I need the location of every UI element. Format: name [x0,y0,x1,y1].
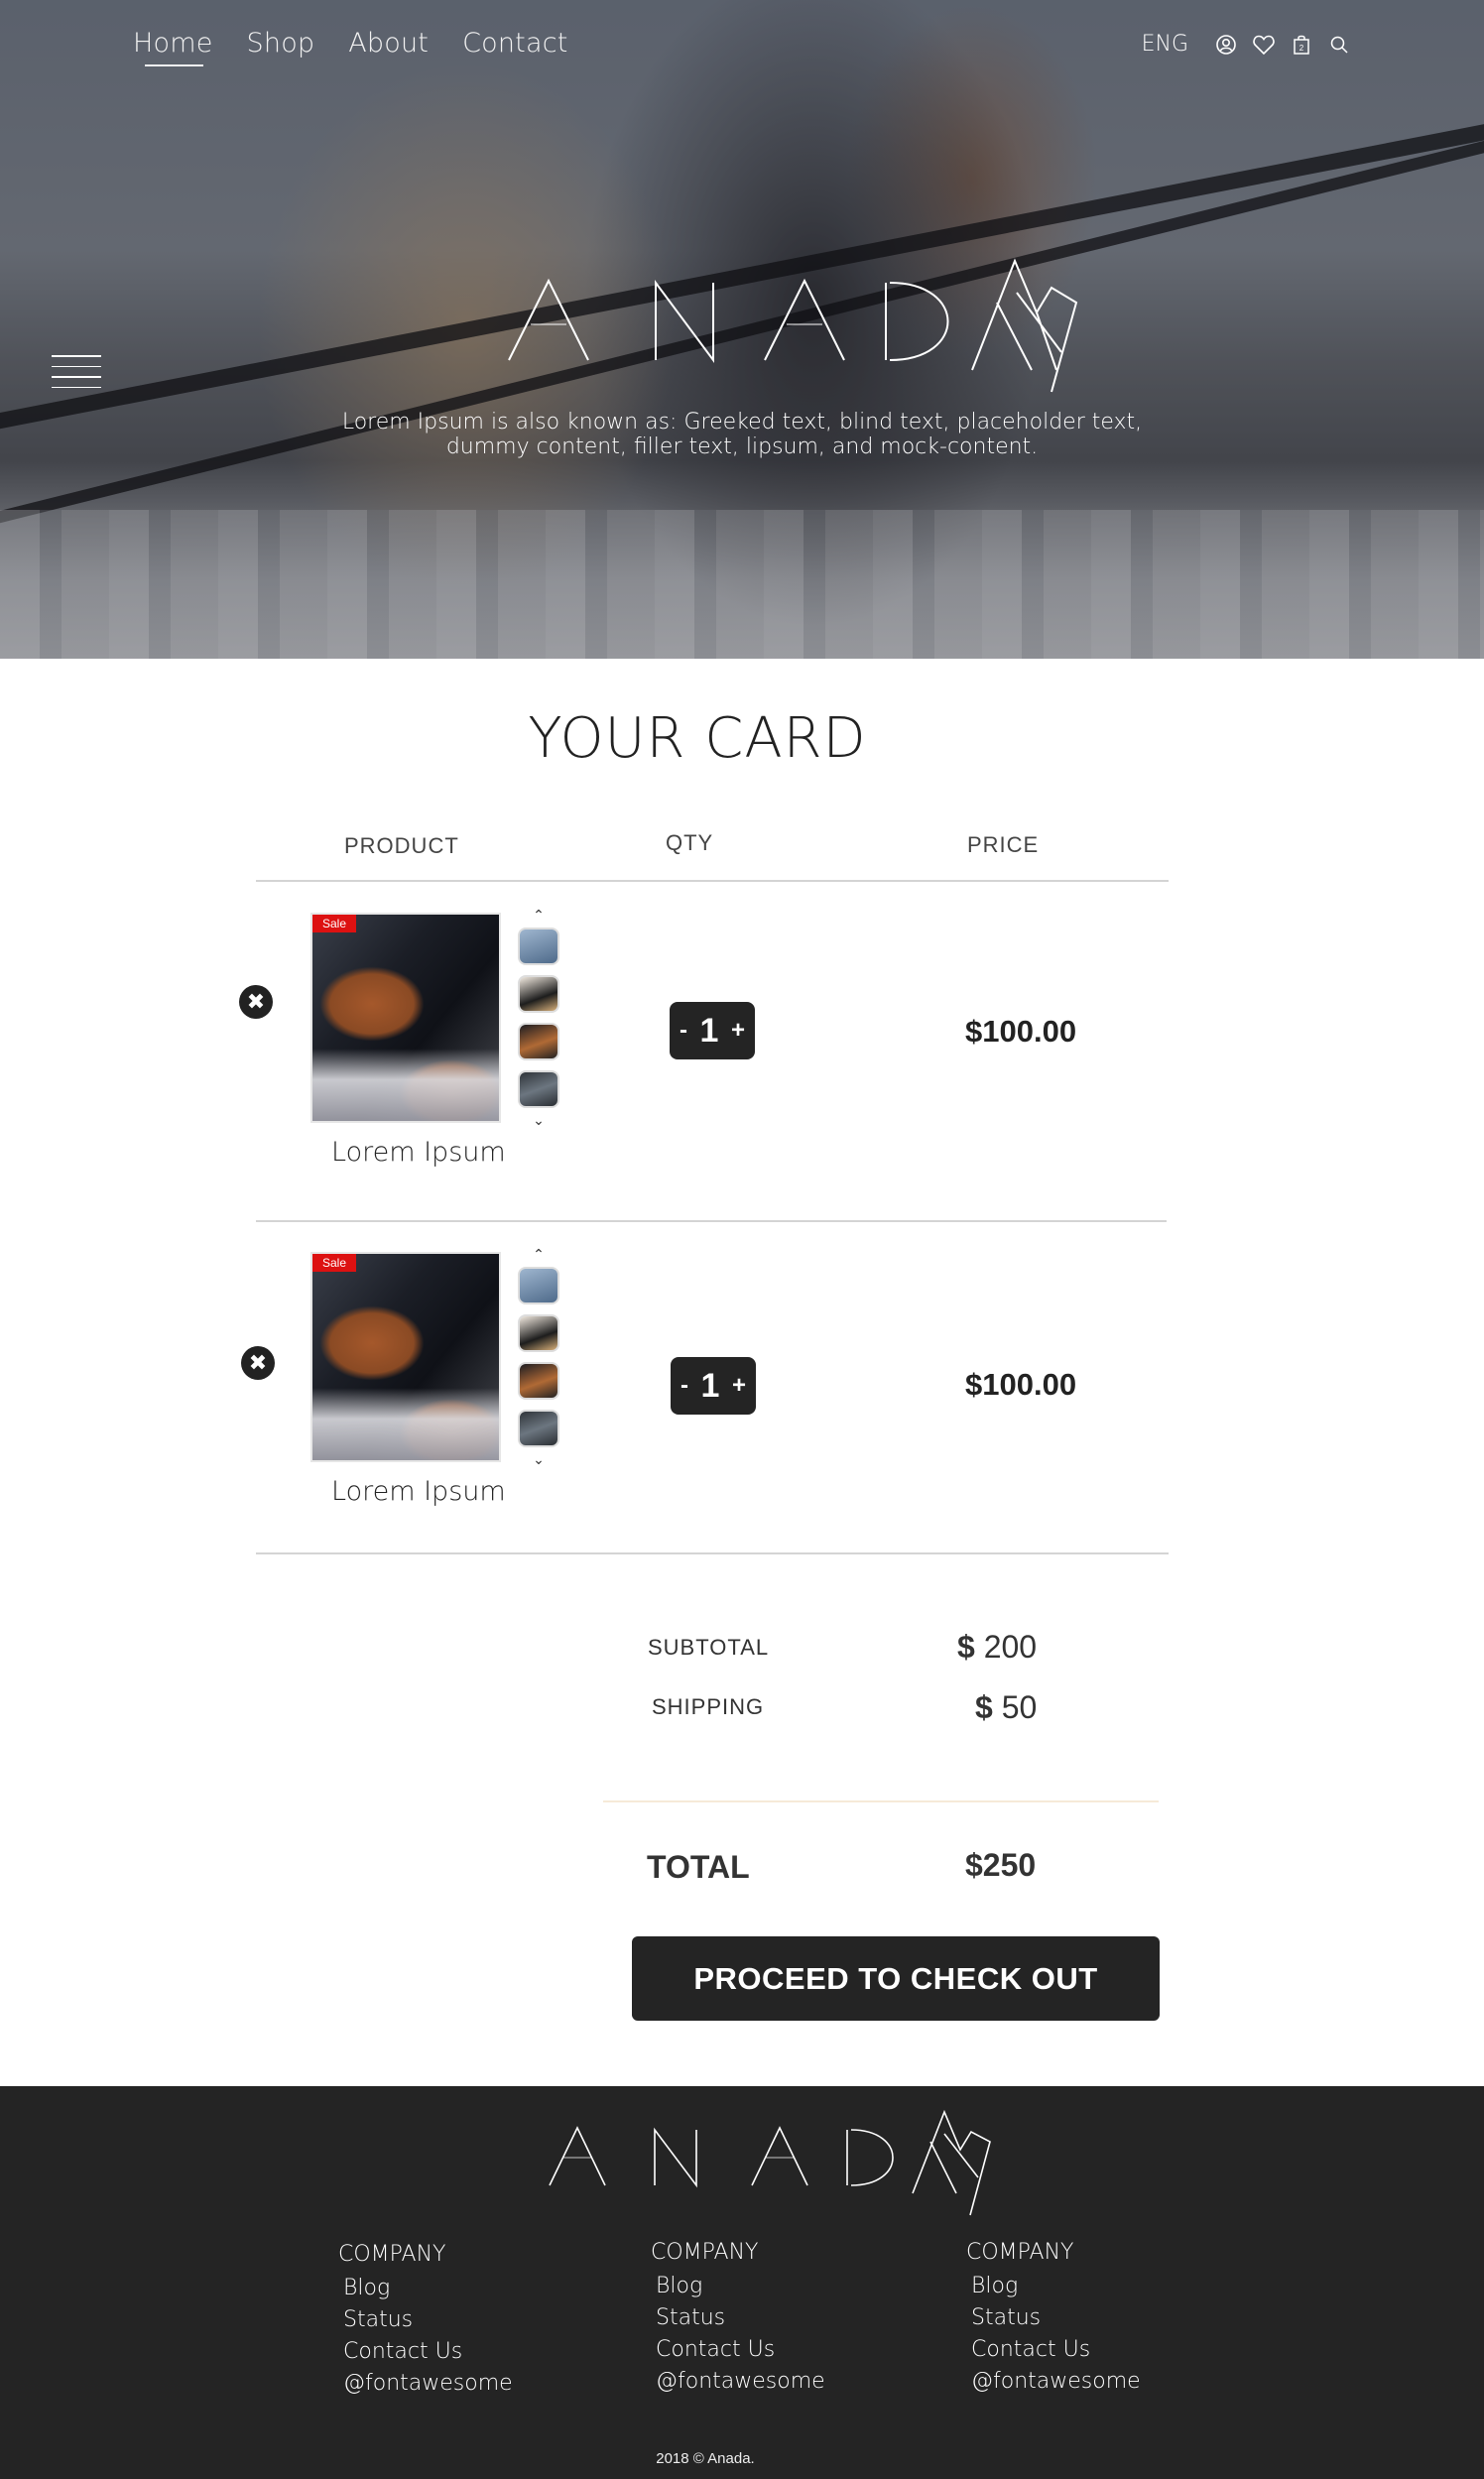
subtotal-amount: 200 [983,1629,1038,1665]
hero-tagline: Lorem Ipsum is also known as: Greeked te… [0,410,1484,459]
product-thumbnails [518,1267,561,1457]
product-image[interactable]: Sale [310,913,501,1123]
language-selector[interactable]: ENG [1142,32,1188,57]
nav-about[interactable]: About [348,28,429,59]
item-price: $100.00 [965,1367,1077,1402]
product-thumbnail[interactable] [518,1070,559,1108]
chevron-up-icon[interactable]: ⌃ [517,908,560,922]
user-icon[interactable] [1214,33,1238,57]
remove-item-button[interactable]: ✖ [239,985,273,1019]
footer-link-status[interactable]: Status [343,2304,513,2336]
page-title: YOUR CARD [528,706,867,771]
copyright: 2018 © Anada. [656,2450,755,2467]
total-divider [603,1800,1159,1802]
footer: COMPANY Blog Status Contact Us @fontawes… [0,2086,1484,2479]
quantity-increase-button[interactable]: + [731,1017,745,1045]
bag-icon[interactable]: 2 [1290,33,1313,57]
divider [256,1220,1167,1222]
shipping-currency: $ [975,1689,993,1725]
sale-badge: Sale [312,1254,357,1272]
footer-link-contact[interactable]: Contact Us [343,2336,513,2368]
divider [256,880,1169,882]
footer-column-heading: COMPANY [338,2242,446,2267]
hero-tagline-line: dummy content, filler text, lipsum, and … [445,434,1039,459]
quantity-decrease-button[interactable]: - [680,1017,687,1045]
product-thumbnail[interactable] [518,975,559,1013]
subtotal-value: $ 200 [957,1629,1037,1666]
footer-logo [549,2109,991,2216]
footer-column-heading: COMPANY [651,2240,759,2265]
total-label: TOTAL [647,1849,750,1885]
footer-column-heading: COMPANY [966,2240,1074,2265]
quantity-value: 1 [699,1011,719,1050]
quantity-stepper: - 1 + [670,1002,755,1059]
footer-column: COMPANY Blog Status Contact Us @fontawes… [651,2240,825,2398]
footer-link-blog[interactable]: Blog [343,2273,513,2304]
footer-link-blog[interactable]: Blog [971,2271,1141,2302]
column-header-qty: QTY [666,830,714,855]
shipping-amount: 50 [1001,1689,1038,1725]
subtotal-currency: $ [957,1629,975,1665]
product-image[interactable]: Sale [310,1252,501,1462]
quantity-value: 1 [700,1366,720,1405]
footer-link-blog[interactable]: Blog [656,2271,825,2302]
footer-link-status[interactable]: Status [971,2302,1141,2334]
divider [256,1552,1169,1554]
column-header-price: PRICE [967,832,1040,857]
quantity-increase-button[interactable]: + [732,1372,746,1400]
footer-column: COMPANY Blog Status Contact Us @fontawes… [338,2242,513,2400]
quantity-decrease-button[interactable]: - [680,1372,688,1400]
hero-tagline-line: Lorem Ipsum is also known as: Greeked te… [341,410,1143,434]
item-price: $100.00 [965,1014,1077,1049]
product-thumbnails [518,928,561,1118]
checkout-button[interactable]: PROCEED TO CHECK OUT [632,1936,1160,2021]
total-value: $250 [965,1847,1037,1883]
product-thumbnail[interactable] [518,1314,559,1352]
shipping-label: SHIPPING [652,1694,765,1719]
nav-contact[interactable]: Contact [462,28,567,59]
footer-link-contact[interactable]: Contact Us [656,2334,825,2366]
footer-link-contact[interactable]: Contact Us [971,2334,1141,2366]
chevron-down-icon[interactable]: ⌄ [517,1452,560,1466]
product-thumbnail[interactable] [518,1362,559,1400]
main-nav: Home Shop About Contact [133,28,568,66]
hero-banner: Home Shop About Contact ENG 2 Lorem Ipsu… [0,0,1484,659]
product-thumbnail[interactable] [518,1267,559,1304]
footer-link-social[interactable]: @fontawesome [971,2366,1141,2398]
sale-badge: Sale [312,915,357,932]
cart-count: 2 [1299,44,1304,53]
product-thumbnail[interactable] [518,928,559,965]
quantity-stepper: - 1 + [671,1357,756,1415]
hero-logo [508,258,1078,393]
product-thumbnail[interactable] [518,1023,559,1060]
footer-column: COMPANY Blog Status Contact Us @fontawes… [966,2240,1141,2398]
footer-link-social[interactable]: @fontawesome [343,2368,513,2400]
nav-home[interactable]: Home [133,28,213,66]
product-name[interactable]: Lorem Ipsum [331,1137,506,1168]
column-header-product: PRODUCT [344,833,459,858]
footer-link-social[interactable]: @fontawesome [656,2366,825,2398]
shipping-value: $ 50 [975,1689,1037,1726]
product-name[interactable]: Lorem Ipsum [331,1476,506,1507]
nav-shop[interactable]: Shop [247,28,315,59]
header-actions: ENG 2 [1142,32,1351,57]
chevron-up-icon[interactable]: ⌃ [517,1247,560,1261]
product-thumbnail[interactable] [518,1410,559,1447]
remove-item-button[interactable]: ✖ [241,1346,275,1380]
chevron-down-icon[interactable]: ⌄ [517,1113,560,1127]
search-icon[interactable] [1327,33,1351,57]
subtotal-label: SUBTOTAL [648,1635,770,1660]
heart-icon[interactable] [1252,33,1276,57]
footer-link-status[interactable]: Status [656,2302,825,2334]
menu-icon[interactable] [52,355,101,391]
